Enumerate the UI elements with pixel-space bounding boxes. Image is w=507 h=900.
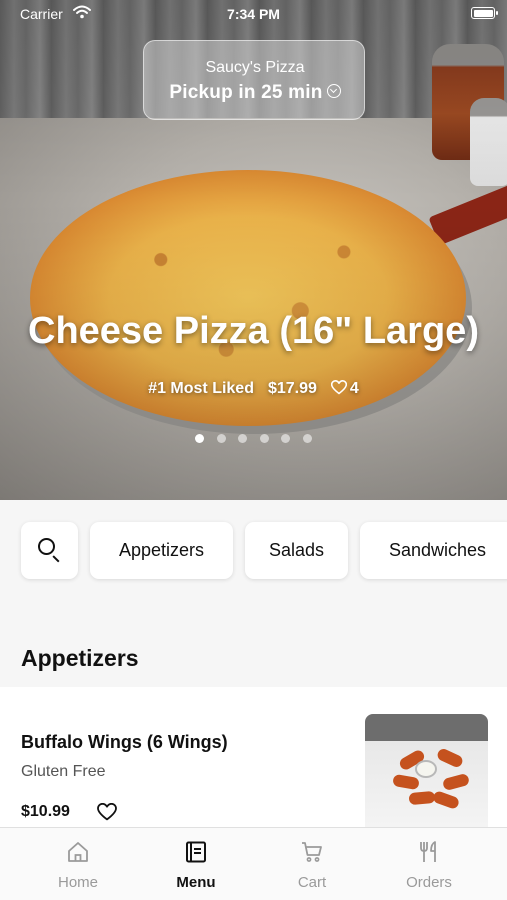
search-icon xyxy=(38,538,55,555)
search-icon-handle xyxy=(52,555,60,563)
pickup-selector[interactable]: Saucy's Pizza Pickup in 25 min xyxy=(143,40,365,120)
carousel-dot[interactable] xyxy=(216,434,226,443)
item-tag: Gluten Free xyxy=(21,763,106,780)
carousel-dot[interactable] xyxy=(238,434,248,443)
pickup-time: Pickup in 25 min xyxy=(144,82,366,104)
wing-shape xyxy=(392,773,420,791)
favorite-heart-icon[interactable] xyxy=(97,803,117,821)
tab-orders[interactable]: Orders xyxy=(371,828,487,900)
tab-label: Home xyxy=(57,874,98,891)
home-icon xyxy=(68,842,88,862)
search-button[interactable] xyxy=(21,522,78,579)
tab-cart[interactable]: Cart xyxy=(254,828,370,900)
item-photo xyxy=(365,714,488,827)
heart-icon xyxy=(330,380,347,395)
chevron-down-icon xyxy=(326,83,341,98)
hero-rank: #1 Most Liked xyxy=(148,380,254,397)
carousel-dot[interactable] xyxy=(195,434,205,443)
pickup-time-label: Pickup in 25 min xyxy=(169,82,323,103)
wing-shape xyxy=(408,790,436,806)
hero-title: Cheese Pizza (16" Large) xyxy=(28,310,479,352)
dip-cup xyxy=(415,760,437,778)
category-salads[interactable]: Salads xyxy=(245,522,348,579)
wing-shape xyxy=(431,789,461,811)
battery-icon xyxy=(471,7,498,19)
status-time: 7:34 PM xyxy=(227,6,280,22)
item-name: Buffalo Wings (6 Wings) xyxy=(21,732,228,752)
utensils-icon xyxy=(420,841,436,862)
wing-shape xyxy=(435,747,465,769)
section-title: Appetizers xyxy=(21,645,139,671)
carousel-dot[interactable] xyxy=(302,434,312,443)
status-bar: Carrier 7:34 PM xyxy=(0,0,507,28)
tab-label: Cart xyxy=(297,874,327,891)
hero-meta: #1 Most Liked $17.99 4 xyxy=(0,380,507,398)
wing-shape xyxy=(441,772,471,792)
tab-label: Menu xyxy=(176,874,216,891)
carousel-dot[interactable] xyxy=(259,434,269,443)
restaurant-name: Saucy's Pizza xyxy=(205,59,305,76)
category-bar: Appetizers Salads Sandwiches xyxy=(0,500,507,600)
hero-likes: 4 xyxy=(349,380,359,397)
item-price: $10.99 xyxy=(21,803,70,820)
tab-bar: Home Menu Cart Orders xyxy=(0,827,507,900)
tab-home[interactable]: Home xyxy=(20,828,136,900)
hero-price: $17.99 xyxy=(267,380,317,397)
menu-icon xyxy=(186,841,206,863)
carousel-dots[interactable] xyxy=(0,430,507,448)
cart-icon xyxy=(302,842,322,862)
category-appetizers[interactable]: Appetizers xyxy=(90,522,233,579)
tab-label: Orders xyxy=(406,874,452,891)
tab-menu[interactable]: Menu xyxy=(138,828,254,900)
category-sandwiches[interactable]: Sandwiches xyxy=(360,522,507,579)
carousel-dot[interactable] xyxy=(281,434,291,443)
menu-item[interactable]: Buffalo Wings (6 Wings) Gluten Free $10.… xyxy=(0,687,507,827)
